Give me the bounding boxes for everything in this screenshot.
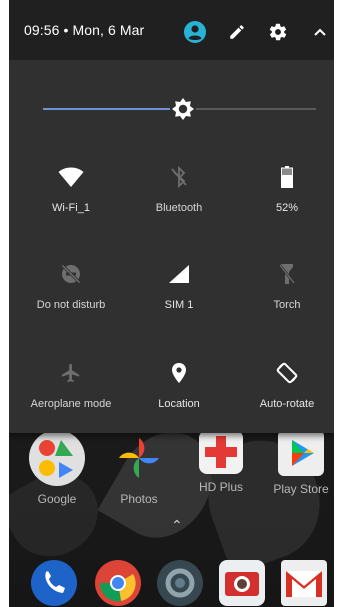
tile-battery[interactable]: 52% xyxy=(233,163,334,233)
battery-icon xyxy=(273,163,301,191)
tile-label: Aeroplane mode xyxy=(30,398,112,410)
airplane-icon xyxy=(57,359,85,387)
quick-settings-header: 09:56 • Mon, 6 Mar xyxy=(9,0,334,60)
wifi-icon xyxy=(57,163,85,191)
quick-settings-panel: 09:56 • Mon, 6 Mar Wi-Fi_1 Bluetooth 52%… xyxy=(9,0,334,433)
tile-label: Do not disturb xyxy=(36,299,106,311)
hd-plus-icon xyxy=(199,430,243,474)
tile-label: 52% xyxy=(275,202,299,214)
phone-icon[interactable] xyxy=(31,560,77,606)
bluetooth-off-icon xyxy=(165,163,193,191)
tile-wifi[interactable]: Wi-Fi_1 xyxy=(17,163,125,233)
home-app-photos[interactable]: Photos xyxy=(99,430,179,506)
settings-gear-icon[interactable] xyxy=(266,20,290,44)
tile-label: Bluetooth xyxy=(155,202,203,214)
signal-icon xyxy=(165,260,193,288)
collapse-chevron-icon[interactable] xyxy=(308,20,332,44)
home-app-google[interactable]: Google xyxy=(17,430,97,506)
brightness-slider[interactable] xyxy=(43,96,316,122)
chrome-icon[interactable] xyxy=(95,560,141,606)
auto-rotate-icon xyxy=(273,359,301,387)
tile-do-not-disturb[interactable]: Do not disturb xyxy=(17,260,125,330)
edit-pencil-icon[interactable] xyxy=(225,20,249,44)
tile-sim-1[interactable]: SIM 1 xyxy=(125,260,233,330)
home-app-label: Photos xyxy=(120,492,158,506)
tile-label: SIM 1 xyxy=(164,299,194,311)
tile-label: Wi-Fi_1 xyxy=(52,202,90,214)
tile-location[interactable]: Location xyxy=(125,359,233,429)
photos-icon xyxy=(111,430,167,486)
home-app-label: HD Plus xyxy=(198,480,243,494)
tile-aeroplane-mode[interactable]: Aeroplane mode xyxy=(17,359,125,429)
tile-auto-rotate[interactable]: Auto-rotate xyxy=(233,359,334,429)
user-account-icon[interactable] xyxy=(183,20,207,44)
phone-screen: Google Photos HD Plus Play Store ⌃ 09:56… xyxy=(9,0,334,607)
location-pin-icon xyxy=(165,359,193,387)
brightness-thumb[interactable] xyxy=(170,96,196,122)
play-store-icon xyxy=(278,430,324,476)
app-drawer-chevron-icon[interactable]: ⌃ xyxy=(171,517,183,534)
home-app-label: Play Store xyxy=(273,482,329,496)
tile-label: Auto-rotate xyxy=(259,398,315,410)
home-app-hd-plus[interactable]: HD Plus xyxy=(181,430,261,494)
home-app-play-store[interactable]: Play Store xyxy=(261,430,334,496)
google-folder-icon xyxy=(29,430,85,486)
tile-label: Torch xyxy=(273,299,301,311)
brightness-track xyxy=(196,108,316,110)
tile-label: Location xyxy=(158,398,200,410)
camera-icon[interactable] xyxy=(219,560,265,606)
home-app-label: Google xyxy=(37,492,77,506)
settings-icon[interactable] xyxy=(157,560,203,606)
torch-off-icon xyxy=(273,260,301,288)
tile-torch[interactable]: Torch xyxy=(233,260,334,330)
tile-bluetooth[interactable]: Bluetooth xyxy=(125,163,233,233)
time-date-text: 09:56 • Mon, 6 Mar xyxy=(24,22,145,38)
do-not-disturb-off-icon xyxy=(57,260,85,288)
gmail-icon[interactable] xyxy=(281,560,327,606)
brightness-track-fill xyxy=(43,108,170,110)
